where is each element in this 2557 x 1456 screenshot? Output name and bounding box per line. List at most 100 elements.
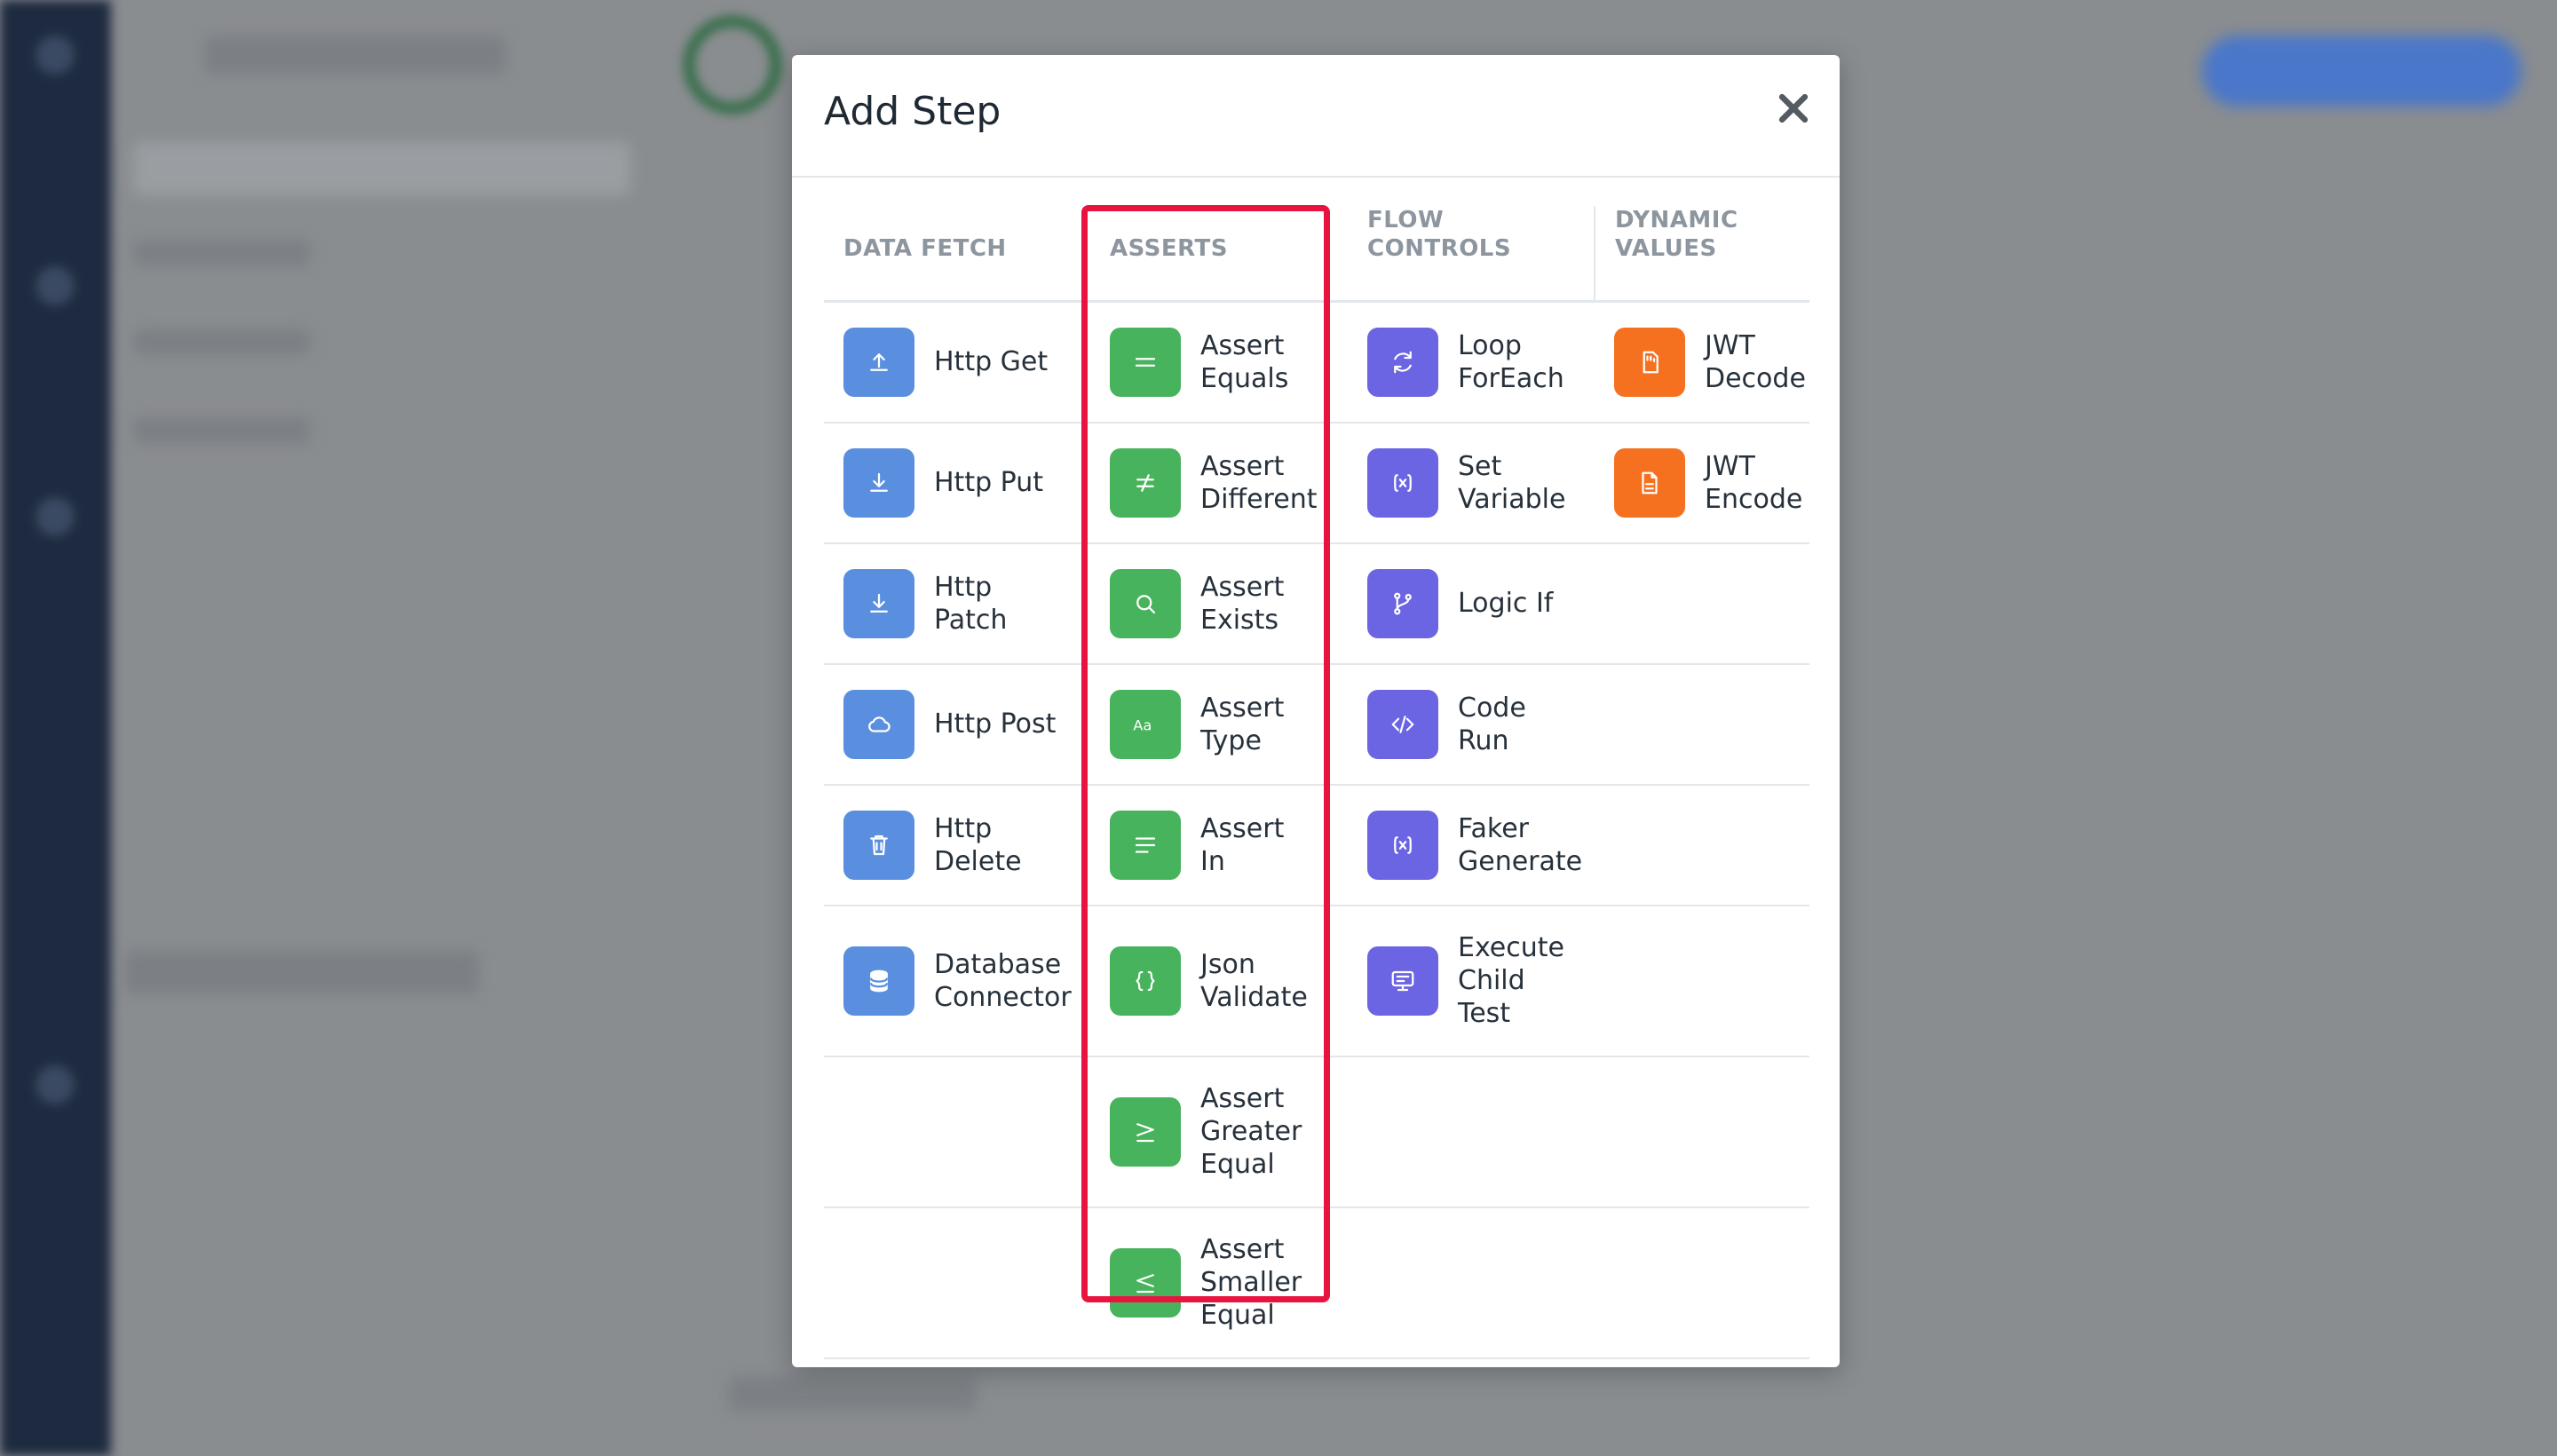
- cell-asserts: Assert Greater Equal: [1090, 1056, 1348, 1208]
- step-loop-foreach[interactable]: Loop ForEach: [1367, 327, 1575, 397]
- step-faker-generate[interactable]: Faker Generate: [1367, 810, 1582, 880]
- step-assert-greater-equal[interactable]: Assert Greater Equal: [1110, 1082, 1328, 1181]
- less-equal-icon: [1110, 1247, 1181, 1318]
- trash-icon: [843, 810, 914, 880]
- step-label: Assert Type: [1200, 692, 1285, 756]
- cell-flow-controls: Code Run: [1348, 663, 1595, 786]
- cloud-icon: [843, 689, 914, 759]
- step-assert-in[interactable]: Assert In: [1110, 810, 1328, 880]
- equals-icon: [1110, 327, 1181, 397]
- step-assert-type[interactable]: Aa Assert Type: [1110, 689, 1328, 759]
- step-database-connector[interactable]: Database Connector: [843, 946, 1072, 1016]
- step-jwt-encode[interactable]: JWT Encode: [1614, 447, 1802, 518]
- step-label: Assert Smaller Equal: [1200, 1234, 1302, 1331]
- cell-dynamic-values: [1595, 1056, 1809, 1208]
- step-json-validate[interactable]: Json Validate: [1110, 946, 1328, 1016]
- file-icon: [1614, 447, 1685, 518]
- table-row: Http Post Aa Assert Type Code Run: [824, 663, 1809, 786]
- cell-data-fetch: Http Put: [824, 422, 1090, 544]
- cell-data-fetch: [824, 1207, 1090, 1359]
- download-icon: [843, 447, 914, 518]
- table-row: Http Get Assert Equals Loop ForEach JWT Dec…: [824, 301, 1809, 423]
- step-logic-if[interactable]: Logic If: [1367, 568, 1575, 638]
- background-panel: [133, 142, 630, 195]
- step-assert-different[interactable]: Assert Different: [1110, 447, 1328, 518]
- step-jwt-decode[interactable]: JWT Decode: [1614, 327, 1806, 397]
- column-header-dynamic-values: DYNAMIC VALUES: [1594, 206, 1809, 303]
- cell-data-fetch: Database Connector: [824, 905, 1090, 1057]
- cell-flow-controls: Logic If: [1348, 542, 1595, 665]
- step-label: Execute Child Test: [1458, 932, 1564, 1029]
- step-label: Logic If: [1458, 588, 1554, 619]
- cell-flow-controls: [1348, 1207, 1595, 1359]
- add-step-modal: Add Step DATA FETCH ASSERTS FLOW CONTROLS D…: [792, 55, 1840, 1367]
- upload-icon: [843, 327, 914, 397]
- cell-flow-controls: Loop ForEach: [1348, 301, 1595, 423]
- step-http-get[interactable]: Http Get: [843, 327, 1071, 397]
- greater-equal-icon: [1110, 1096, 1181, 1167]
- variable-icon: [1367, 447, 1438, 518]
- step-label: Assert In: [1200, 812, 1285, 877]
- table-row: Assert Smaller Equal: [824, 1207, 1809, 1359]
- step-assert-smaller-equal[interactable]: Assert Smaller Equal: [1110, 1233, 1328, 1332]
- cell-asserts: Assert Exists: [1090, 542, 1348, 665]
- cell-dynamic-values: [1595, 905, 1809, 1057]
- step-code-run[interactable]: Code Run: [1367, 689, 1575, 759]
- step-http-post[interactable]: Http Post: [843, 689, 1071, 759]
- step-set-variable[interactable]: Set Variable: [1367, 447, 1575, 518]
- align-left-icon: [1110, 810, 1181, 880]
- step-assert-equals[interactable]: Assert Equals: [1110, 327, 1328, 397]
- step-http-put[interactable]: Http Put: [843, 447, 1071, 518]
- column-header-data-fetch: DATA FETCH: [824, 206, 1090, 303]
- step-label: Assert Equals: [1200, 329, 1289, 394]
- cell-data-fetch: [824, 1056, 1090, 1208]
- step-label: Code Run: [1458, 692, 1526, 756]
- table-row: Assert Greater Equal: [824, 1056, 1809, 1208]
- child-test-icon: [1367, 946, 1438, 1016]
- background-primary-button: [2202, 36, 2521, 107]
- variable-icon: [1367, 810, 1438, 880]
- step-label: Set Variable: [1458, 450, 1566, 515]
- step-label: Assert Exists: [1200, 571, 1285, 636]
- search-icon: [1110, 568, 1181, 638]
- cell-asserts: Assert Different: [1090, 422, 1348, 544]
- text-type-icon: Aa: [1110, 689, 1181, 759]
- step-http-patch[interactable]: Http Patch: [843, 568, 1071, 638]
- background-section-title: [124, 950, 479, 994]
- column-header-flow-controls: FLOW CONTROLS: [1348, 206, 1595, 303]
- cell-flow-controls: Faker Generate: [1348, 784, 1595, 906]
- step-execute-child-test[interactable]: Execute Child Test: [1367, 931, 1575, 1030]
- table-row: Http Put Assert Different Set Variable JWT …: [824, 422, 1809, 544]
- close-icon[interactable]: [1774, 89, 1813, 128]
- background-header-bar: [204, 36, 506, 75]
- column-header-asserts: ASSERTS: [1090, 206, 1348, 303]
- cell-asserts: Assert In: [1090, 784, 1348, 906]
- background-list: [133, 328, 311, 355]
- step-label: Faker Generate: [1458, 812, 1583, 877]
- step-label: Http Patch: [934, 571, 1008, 636]
- table-row: Http Delete Assert In Faker Generate: [824, 784, 1809, 906]
- cell-asserts: Aa Assert Type: [1090, 663, 1348, 786]
- background-avatar: [684, 16, 781, 114]
- cell-flow-controls: Execute Child Test: [1348, 905, 1595, 1057]
- step-label: Assert Greater Equal: [1200, 1083, 1302, 1180]
- code-icon: [1367, 689, 1438, 759]
- step-label: Http Delete: [934, 812, 1022, 877]
- cell-asserts: Assert Smaller Equal: [1090, 1207, 1348, 1359]
- step-label: Assert Different: [1200, 450, 1318, 515]
- step-assert-exists[interactable]: Assert Exists: [1110, 568, 1328, 638]
- cell-data-fetch: Http Delete: [824, 784, 1090, 906]
- step-label: JWT Decode: [1705, 329, 1806, 394]
- background-list: [133, 417, 311, 444]
- cell-dynamic-values: [1595, 1207, 1809, 1359]
- background-footer-button: [728, 1376, 977, 1412]
- step-label: Database Connector: [934, 948, 1072, 1013]
- table-row: Database Connector Json Validate Execute C…: [824, 905, 1809, 1057]
- cell-dynamic-values: [1595, 663, 1809, 786]
- cell-data-fetch: Http Post: [824, 663, 1090, 786]
- background-list: [133, 240, 311, 266]
- modal-header: Add Step: [792, 55, 1840, 178]
- cell-dynamic-values: JWT Decode: [1595, 301, 1809, 423]
- step-http-delete[interactable]: Http Delete: [843, 810, 1071, 880]
- step-label: Http Post: [934, 708, 1057, 740]
